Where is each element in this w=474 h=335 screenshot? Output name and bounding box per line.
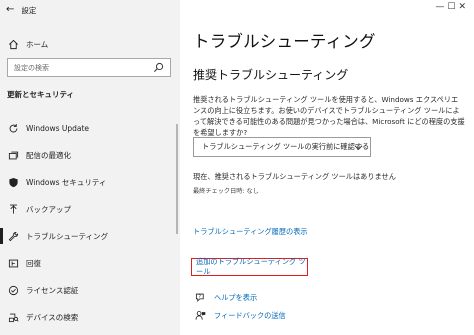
main-content: — ☐ ✕ トラブルシューティング 推奨トラブルシューティング 推奨されるトラブ… (180, 0, 474, 335)
sidebar-item-label: バックアップ (26, 204, 71, 214)
back-arrow-icon[interactable]: ← (6, 5, 14, 15)
description-text: 推奨されるトラブルシューティング ツールを使用すると、Windows エクスペリ… (193, 95, 465, 137)
help-row[interactable]: ? ヘルプを表示 (195, 292, 257, 303)
status-text: 現在、推奨されるトラブルシューティング ツールはありません (193, 172, 396, 181)
feedback-person-icon (195, 311, 206, 320)
chevron-down-icon (354, 145, 363, 151)
find-device-icon (0, 312, 26, 323)
sidebar-item-label: ライセンス認証 (26, 285, 79, 295)
recovery-icon (0, 258, 26, 269)
sidebar-item-backup[interactable]: バックアップ (0, 200, 180, 218)
last-checked-text: 最終チェック日時: なし (193, 188, 259, 195)
shield-icon (0, 177, 26, 188)
home-icon (0, 39, 26, 50)
sidebar-item-recovery[interactable]: 回復 (0, 254, 180, 272)
sidebar: ← 設定 ホーム 設定の検索 更新とセキュリティ Windows Update … (0, 0, 180, 335)
feedback-row[interactable]: フィードバックの送信 (195, 310, 286, 321)
sidebar-item-windows-update[interactable]: Windows Update (0, 119, 180, 137)
window-title: 設定 (21, 5, 37, 15)
troubleshoot-history-link[interactable]: トラブルシューティング履歴の表示 (193, 227, 308, 237)
sidebar-item-activation[interactable]: ライセンス認証 (0, 281, 180, 299)
page-title: トラブルシューティング (193, 32, 376, 51)
wrench-icon (0, 231, 26, 242)
close-button[interactable]: ✕ (458, 2, 466, 12)
recommended-heading: 推奨トラブルシューティング (193, 68, 349, 82)
sidebar-item-label: Windows セキュリティ (26, 177, 107, 187)
additional-troubleshooters-link[interactable]: 追加のトラブルシューティング ツール (196, 257, 307, 277)
sidebar-item-label: デバイスの検索 (26, 312, 79, 322)
maximize-button[interactable]: ☐ (447, 2, 455, 12)
sidebar-item-label: トラブルシューティング (26, 231, 109, 241)
sidebar-item-delivery-optimization[interactable]: 配信の最適化 (0, 146, 180, 164)
sidebar-item-label: ホーム (26, 39, 49, 49)
sidebar-item-label: 配信の最適化 (26, 150, 71, 160)
search-icon (154, 62, 164, 72)
section-title: 更新とセキュリティ (7, 90, 75, 99)
delivery-optimization-icon (0, 150, 26, 161)
help-chat-icon: ? (195, 293, 204, 302)
backup-upload-icon (0, 204, 26, 215)
sidebar-scrollbar[interactable] (176, 124, 178, 234)
sidebar-item-label: Windows Update (26, 123, 90, 133)
feedback-link[interactable]: フィードバックの送信 (214, 311, 286, 321)
sidebar-item-home[interactable]: ホーム (0, 35, 180, 53)
search-placeholder: 設定の検索 (14, 63, 49, 72)
search-input[interactable]: 設定の検索 (7, 58, 171, 77)
sidebar-item-label: 回復 (26, 258, 41, 268)
window-controls: — ☐ ✕ (435, 2, 466, 12)
additional-troubleshooters-highlight: 追加のトラブルシューティング ツール (191, 257, 308, 277)
troubleshoot-preference-dropdown[interactable]: トラブルシューティング ツールの実行前に確認する (193, 137, 371, 157)
minimize-button[interactable]: — (435, 2, 444, 12)
sidebar-item-windows-security[interactable]: Windows セキュリティ (0, 173, 180, 191)
window-title-bar: ← 設定 (6, 3, 36, 17)
help-link[interactable]: ヘルプを表示 (214, 293, 257, 303)
sidebar-item-troubleshoot[interactable]: トラブルシューティング (0, 227, 180, 245)
activation-check-icon (0, 285, 26, 296)
dropdown-value: トラブルシューティング ツールの実行前に確認する (202, 142, 370, 151)
sidebar-item-find-device[interactable]: デバイスの検索 (0, 308, 180, 326)
refresh-icon (0, 123, 26, 134)
